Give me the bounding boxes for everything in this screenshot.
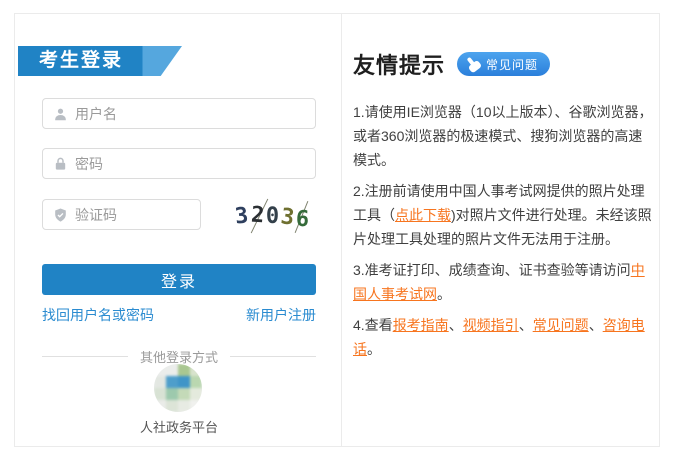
account-links-row: 找回用户名或密码 新用户注册 — [42, 305, 316, 325]
faq-badge-button[interactable]: 常见问题 — [457, 52, 550, 76]
captcha-image[interactable]: 32036 — [225, 200, 320, 233]
captcha-input[interactable] — [75, 200, 192, 229]
shield-check-icon — [53, 207, 68, 222]
captcha-digit: 2 — [250, 203, 265, 229]
user-icon — [53, 106, 68, 121]
panel-divider — [341, 14, 342, 446]
hr-platform-logo[interactable] — [154, 364, 202, 412]
tip-link[interactable]: 报考指南 — [393, 317, 449, 333]
faq-badge-label: 常见问题 — [486, 56, 538, 73]
tip-link[interactable]: 常见问题 — [533, 317, 589, 333]
password-field[interactable] — [42, 148, 316, 179]
candidate-login-ribbon: 考生登录 — [18, 46, 182, 76]
tips-header: 友情提示 常见问题 — [353, 48, 550, 80]
captcha-digit: 0 — [266, 204, 279, 229]
login-button[interactable]: 登录 — [42, 264, 316, 295]
pointing-hand-icon — [463, 53, 485, 75]
captcha-field[interactable] — [42, 199, 201, 230]
tip-paragraph: 1.请使用IE浏览器（10以上版本）、谷歌浏览器，或者360浏览器的极速模式、搜… — [353, 100, 654, 172]
platform-label: 人社政务平台 — [42, 417, 316, 436]
password-input[interactable] — [75, 149, 307, 178]
forgot-credentials-link[interactable]: 找回用户名或密码 — [42, 305, 154, 325]
captcha-digit: 3 — [279, 204, 296, 231]
register-link[interactable]: 新用户注册 — [246, 305, 316, 325]
lock-icon — [53, 156, 68, 171]
tip-link[interactable]: 中国人事考试网 — [353, 262, 645, 302]
tip-paragraph: 3.准考证打印、成绩查询、证书查验等请访问中国人事考试网。 — [353, 258, 654, 306]
captcha-digit: 6 — [296, 207, 311, 233]
login-card: 考生登录 32036 登录 找回用户名或密码 新用户注册 其他登录方式 — [14, 13, 660, 447]
username-input[interactable] — [75, 99, 307, 128]
hr-platform-logo-mosaic — [154, 364, 202, 412]
divider-line — [42, 356, 128, 357]
tips-title: 友情提示 — [353, 48, 445, 80]
tip-link[interactable]: 点此下载 — [395, 207, 451, 223]
captcha-digit: 3 — [234, 203, 250, 229]
tip-paragraph: 2.注册前请使用中国人事考试网提供的照片处理工具（点此下载)对照片文件进行处理。… — [353, 179, 654, 251]
username-field[interactable] — [42, 98, 316, 129]
login-title: 考生登录 — [18, 46, 182, 76]
tip-link[interactable]: 视频指引 — [463, 317, 519, 333]
tips-list: 1.请使用IE浏览器（10以上版本）、谷歌浏览器，或者360浏览器的极速模式、搜… — [353, 100, 654, 368]
tip-paragraph: 4.查看报考指南、视频指引、常见问题、咨询电话。 — [353, 313, 654, 361]
divider-line — [230, 356, 316, 357]
